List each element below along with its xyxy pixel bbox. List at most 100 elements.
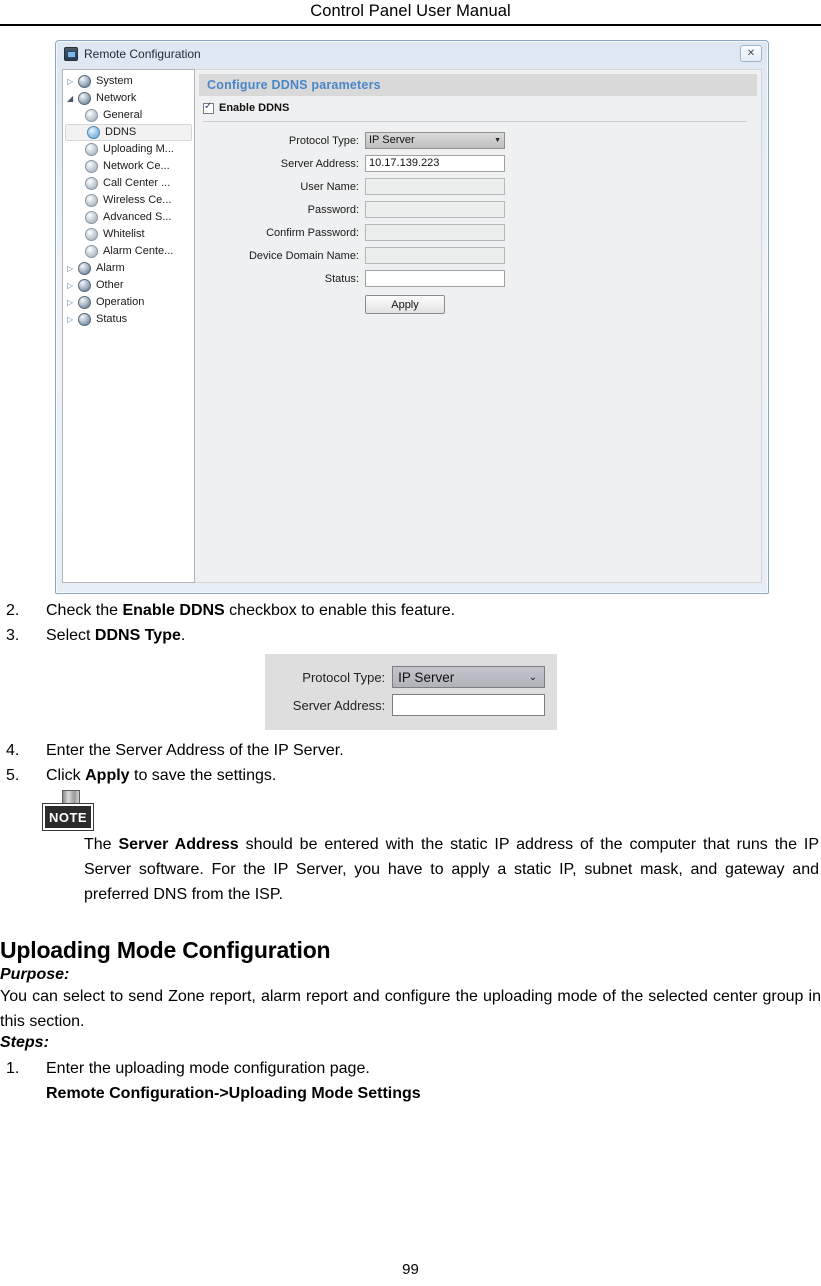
dialog-title-bar: Remote Configuration ✕: [56, 41, 768, 67]
server-address-input[interactable]: [392, 694, 545, 716]
list-text: Enter the Server Address of the IP Serve…: [46, 742, 344, 759]
page-header-title: Control Panel User Manual: [310, 2, 511, 20]
field-label-confirm-password: Confirm Password:: [266, 226, 359, 239]
configuration-tree[interactable]: ▷ System ◢ Network General DDNS Uploading M...…: [62, 69, 195, 583]
tree-item-advanced-s[interactable]: Advanced S...: [63, 209, 194, 226]
field-row-protocol-type: Protocol Type: IP Server ▼: [195, 129, 761, 152]
tree-item-label: Other: [96, 279, 124, 291]
protocol-type-select[interactable]: IP Server ▼: [365, 132, 505, 149]
apply-row: Apply: [195, 295, 761, 314]
gear-icon: [85, 245, 98, 258]
tree-item-network-ce[interactable]: Network Ce...: [63, 158, 194, 175]
list-number: 1.: [6, 1060, 20, 1077]
protocol-type-panel: Protocol Type: IP Server ⌄ Server Addres…: [264, 654, 557, 730]
close-icon[interactable]: ✕: [740, 45, 762, 62]
globe-gear-icon: [78, 296, 91, 309]
chevron-right-icon[interactable]: ▷: [67, 77, 78, 86]
field-row-password: Password:: [195, 198, 761, 221]
ddns-form: Protocol Type: IP Server ▼ Server Address: 1…: [195, 129, 761, 290]
step1-text: Enter the uploading mode configuration p…: [46, 1060, 370, 1077]
status-input[interactable]: [365, 270, 505, 287]
globe-gear-icon: [78, 75, 91, 88]
purpose-text: You can select to send Zone report, alar…: [0, 988, 821, 1030]
step2-text-c: checkbox to enable this feature.: [224, 602, 456, 619]
app-icon: [64, 47, 78, 61]
chevron-right-icon[interactable]: ▷: [67, 315, 78, 324]
list-text: Select DDNS Type.: [46, 623, 821, 648]
tree-item-network[interactable]: ◢ Network: [63, 90, 194, 107]
step3-emphasis: DDNS Type: [94, 627, 181, 644]
tree-item-wireless-ce[interactable]: Wireless Ce...: [63, 192, 194, 209]
list-item-step-5: 5. Click Apply to save the settings.: [0, 763, 821, 788]
tree-item-label: Status: [96, 313, 128, 325]
tree-item-status[interactable]: ▷ Status: [63, 311, 194, 328]
tree-item-other[interactable]: ▷ Other: [63, 277, 194, 294]
gear-icon: [85, 143, 98, 156]
tree-item-system[interactable]: ▷ System: [63, 73, 194, 90]
chevron-right-icon[interactable]: ▷: [67, 298, 78, 307]
tree-item-alarm-cente[interactable]: Alarm Cente...: [63, 243, 194, 260]
tree-item-label: Wireless Ce...: [103, 194, 172, 206]
enable-ddns-row[interactable]: Enable DDNS: [203, 101, 761, 114]
tree-item-label: Call Center ...: [103, 177, 171, 189]
section-divider: [203, 121, 747, 122]
tree-item-label: Operation: [96, 296, 145, 308]
server-address-label: Server Address:: [292, 697, 386, 713]
list-text: Click Apply to save the settings.: [46, 763, 821, 788]
steps-list-upper: 2. Check the Enable DDNS checkbox to ena…: [0, 594, 821, 648]
protocol-type-row: Protocol Type: IP Server ⌄: [277, 663, 545, 691]
field-row-device-domain-name: Device Domain Name:: [195, 244, 761, 267]
steps-list-section: 1. Enter the uploading mode configuratio…: [0, 1052, 821, 1106]
tree-item-ddns[interactable]: DDNS: [65, 124, 192, 141]
step2-emphasis: Enable DDNS: [122, 602, 225, 619]
step5-emphasis: Apply: [85, 767, 130, 784]
list-text: Check the Enable DDNS checkbox to enable…: [46, 598, 821, 623]
gear-icon: [85, 194, 98, 207]
protocol-type-select[interactable]: IP Server ⌄: [392, 666, 545, 688]
note-emphasis: Server Address: [118, 836, 239, 853]
apply-spacer: [195, 295, 365, 314]
tree-item-uploading-m[interactable]: Uploading M...: [63, 141, 194, 158]
gear-icon: [85, 160, 98, 173]
dialog-content: ▷ System ◢ Network General DDNS Uploading M...…: [62, 69, 762, 583]
note-badge: NOTE: [42, 803, 94, 831]
note-text: The Server Address should be entered wit…: [0, 832, 821, 907]
server-address-input[interactable]: 10.17.139.223: [365, 155, 505, 172]
list-item-step-1: 1. Enter the uploading mode configuratio…: [0, 1056, 821, 1106]
device-domain-name-input: [365, 247, 505, 264]
chevron-down-icon[interactable]: ◢: [67, 94, 78, 103]
note-icon-wrapper: NOTE: [0, 788, 821, 832]
chevron-down-icon: ▼: [494, 137, 501, 144]
step3-text-a: Select: [46, 627, 95, 644]
document-body: Remote Configuration ✕ ▷ System ◢ Network Ge…: [0, 26, 821, 1106]
tree-item-operation[interactable]: ▷ Operation: [63, 294, 194, 311]
chevron-right-icon[interactable]: ▷: [67, 264, 78, 273]
tree-item-label: Advanced S...: [103, 211, 172, 223]
apply-button[interactable]: Apply: [365, 295, 445, 314]
tree-item-label: System: [96, 75, 133, 87]
list-item-step-2: 2. Check the Enable DDNS checkbox to ena…: [0, 598, 821, 623]
note-icon: NOTE: [42, 790, 94, 832]
chevron-right-icon[interactable]: ▷: [67, 281, 78, 290]
ddns-settings-panel: Configure DDNS parameters Enable DDNS Pr…: [195, 69, 762, 583]
section-header: Configure DDNS parameters: [199, 74, 757, 96]
tree-item-general[interactable]: General: [63, 107, 194, 124]
enable-ddns-label: Enable DDNS: [219, 102, 290, 114]
enable-ddns-checkbox[interactable]: [203, 101, 214, 114]
tree-item-label: Alarm Cente...: [103, 245, 174, 257]
tree-item-whitelist[interactable]: Whitelist: [63, 226, 194, 243]
tree-item-label: Network Ce...: [103, 160, 170, 172]
tree-item-label: General: [103, 109, 143, 121]
step1-path: Remote Configuration->Uploading Mode Set…: [46, 1085, 421, 1102]
list-number: 4.: [6, 742, 20, 759]
field-row-user-name: User Name:: [195, 175, 761, 198]
user-name-input: [365, 178, 505, 195]
gear-icon-active: [87, 126, 100, 139]
tree-item-call-center[interactable]: Call Center ...: [63, 175, 194, 192]
step2-text-a: Check the: [46, 602, 123, 619]
field-label-device-domain-name: Device Domain Name:: [248, 249, 359, 262]
tree-item-alarm[interactable]: ▷ Alarm: [63, 260, 194, 277]
page-number: 99: [402, 1261, 419, 1278]
gear-icon: [85, 109, 98, 122]
